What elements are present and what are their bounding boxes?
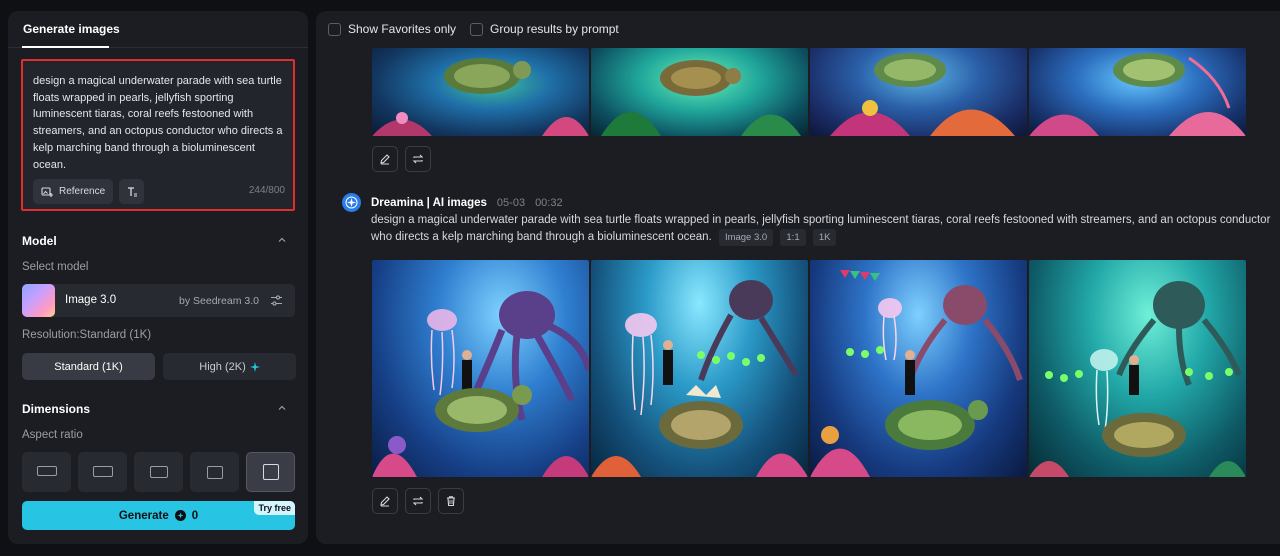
prompt-input[interactable]: design a magical underwater parade with … [21, 59, 295, 211]
app: Generate images design a magical underwa… [0, 0, 1280, 556]
aspect-option[interactable] [190, 452, 239, 492]
image-grid-current [372, 260, 1246, 477]
sea-turtle-illustration [372, 58, 589, 136]
underwater-parade-illustration [810, 270, 1023, 477]
tab-underline [22, 46, 109, 48]
generated-image[interactable] [591, 48, 808, 136]
underwater-parade-illustration [372, 291, 589, 477]
try-free-badge: Try free [254, 501, 295, 515]
regenerate-button[interactable] [405, 488, 431, 514]
author-name: Dreamina | AI images [371, 196, 487, 209]
delete-button[interactable] [438, 488, 464, 514]
aspect-ratio-label: Aspect ratio [22, 429, 83, 441]
generate-cost: 0 [191, 509, 199, 522]
repeat-icon [412, 496, 424, 506]
sea-turtle-illustration [830, 53, 1015, 136]
favorites-filter-label: Show Favorites only [348, 22, 457, 36]
generated-image[interactable] [591, 260, 808, 477]
resolution-label: Resolution:Standard (1K) [22, 329, 152, 341]
edit-prompt-button[interactable] [372, 146, 398, 172]
reference-label: Reference [59, 186, 106, 197]
text-format-button[interactable] [119, 179, 144, 204]
generated-image[interactable] [1029, 48, 1246, 136]
image-add-icon [41, 186, 53, 197]
aspect-option[interactable] [22, 452, 71, 492]
generated-image[interactable] [810, 260, 1027, 477]
sparkle-icon [249, 361, 260, 372]
aspect-option[interactable] [78, 452, 127, 492]
image-actions-previous [372, 146, 431, 172]
favorites-checkbox[interactable] [328, 22, 341, 36]
filter-bar: Show Favorites only Group results by pro… [328, 22, 619, 36]
generated-image[interactable] [372, 48, 589, 136]
tag-resolution: 1K [812, 229, 837, 246]
underwater-parade-illustration [591, 280, 808, 477]
prompt-text[interactable]: design a magical underwater parade with … [33, 73, 283, 173]
underwater-parade-illustration [1029, 281, 1246, 477]
aspect-shape-icon [36, 466, 57, 476]
generated-image[interactable] [810, 48, 1027, 136]
generated-image[interactable] [1029, 260, 1246, 477]
model-thumbnail [22, 284, 55, 317]
model-selector[interactable]: Image 3.0 by Seedream 3.0 [22, 284, 295, 317]
group-filter[interactable]: Group results by prompt [470, 22, 619, 36]
result-header: Dreamina | AI images 05-03 00:32 [342, 193, 563, 212]
trash-icon [447, 496, 455, 507]
model-name: Image 3.0 [65, 294, 117, 306]
aspect-shape-icon [149, 466, 168, 478]
tag-model: Image 3.0 [718, 229, 774, 246]
aspect-shape-icon [206, 466, 223, 479]
generated-image[interactable] [372, 260, 589, 477]
aspect-shape-icon [92, 466, 113, 477]
sea-turtle-illustration [601, 60, 801, 136]
reference-button[interactable]: Reference [33, 179, 113, 204]
image-actions-current [372, 488, 464, 514]
sliders-icon[interactable] [270, 294, 283, 307]
edit-prompt-button[interactable] [372, 488, 398, 514]
aspect-option[interactable] [134, 452, 183, 492]
tab-generate-images[interactable]: Generate images [23, 22, 120, 36]
character-counter: 244/800 [248, 185, 285, 196]
tab-bar: Generate images [8, 11, 308, 48]
aspect-option-selected[interactable] [246, 452, 295, 492]
model-provider: by Seedream 3.0 [179, 295, 259, 307]
generate-label: Generate [118, 509, 169, 522]
result-prompt: design a magical underwater parade with … [371, 212, 1276, 246]
sea-turtle-illustration [1029, 53, 1246, 136]
generate-button[interactable]: Generate 0 Try free [22, 501, 295, 530]
group-checkbox[interactable] [470, 22, 484, 36]
select-model-label: Select model [22, 261, 89, 273]
dreamina-logo-icon [342, 193, 361, 212]
sidebar: Generate images design a magical underwa… [8, 11, 308, 544]
result-date: 05-03 [496, 196, 526, 209]
image-grid-previous [372, 48, 1246, 136]
model-section-title: Model [22, 234, 57, 248]
aspect-ratio-options [22, 452, 295, 492]
resolution-standard-label: Standard (1K) [54, 360, 123, 373]
text-format-icon [127, 186, 137, 196]
pencil-icon [380, 496, 390, 507]
dimensions-section-title: Dimensions [22, 402, 91, 416]
chevron-up-icon[interactable] [278, 236, 286, 244]
pencil-icon [380, 154, 390, 165]
aspect-shape-icon [262, 464, 279, 480]
chevron-up-icon[interactable] [278, 404, 286, 412]
resolution-high-label: High (2K) [199, 360, 246, 373]
credit-icon [174, 510, 186, 521]
resolution-high-button[interactable]: High (2K) [163, 353, 296, 380]
results-panel: Show Favorites only Group results by pro… [316, 11, 1280, 544]
result-time: 00:32 [535, 196, 563, 209]
repeat-icon [412, 154, 424, 164]
tag-ratio: 1:1 [780, 229, 806, 246]
group-filter-label: Group results by prompt [490, 22, 619, 36]
regenerate-button[interactable] [405, 146, 431, 172]
favorites-filter[interactable]: Show Favorites only [328, 22, 456, 36]
resolution-standard-button[interactable]: Standard (1K) [22, 353, 155, 380]
